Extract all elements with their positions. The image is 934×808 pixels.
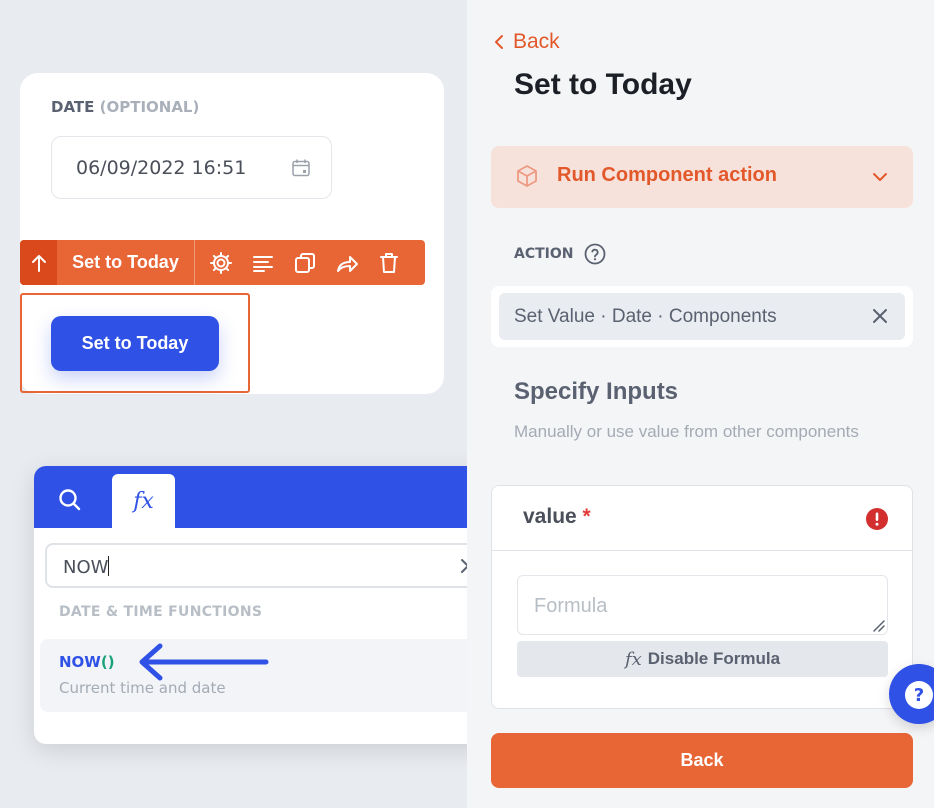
search-value: NOW (63, 557, 109, 578)
back-link[interactable]: Back (493, 30, 560, 54)
error-icon (866, 508, 888, 530)
tab-fx[interactable]: fx (112, 474, 175, 528)
run-component-action-dropdown[interactable]: Run Component action (491, 146, 913, 208)
arrow-up-icon[interactable] (20, 240, 57, 285)
function-name: NOW() (59, 653, 115, 671)
text-caret (108, 556, 110, 576)
page-title: Set to Today (514, 68, 692, 101)
calendar-icon[interactable] (291, 158, 311, 178)
action-label-text: ACTION (514, 246, 574, 262)
chevron-down-icon (873, 173, 887, 181)
action-chip: Set Value · Date · Components (499, 293, 905, 340)
specify-inputs-title: Specify Inputs (514, 378, 679, 405)
optional-label: (OPTIONAL) (99, 98, 200, 116)
component-toolbar: Set to Today (20, 240, 425, 285)
align-left-icon[interactable] (247, 247, 279, 279)
action-value: Set Value · Date · Components (514, 306, 777, 327)
cube-icon (517, 165, 537, 187)
required-mark: * (582, 505, 591, 528)
trash-icon[interactable] (373, 247, 405, 279)
disable-formula-button[interactable]: fx Disable Formula (517, 641, 888, 677)
formula-placeholder: Formula (534, 595, 608, 617)
resize-grip-icon[interactable] (871, 618, 885, 632)
search-icon[interactable] (56, 486, 84, 514)
popup-tab-bar: fx (34, 466, 503, 528)
pointer-arrow-icon (139, 643, 269, 681)
chevron-left-icon (495, 35, 503, 49)
function-name-text: NOW (59, 653, 101, 671)
value-input-header: value * (492, 486, 912, 551)
function-search-input[interactable]: NOW (45, 543, 492, 588)
formula-popup: fx NOW DATE & TIME FUNCTIONS NOW() Curre… (34, 466, 503, 744)
date-value: 06/09/2022 16:51 (76, 157, 247, 179)
function-parens: () (100, 653, 115, 671)
date-field-label: DATE (OPTIONAL) (51, 98, 199, 116)
value-input-label: value * (523, 505, 591, 529)
date-input[interactable]: 06/09/2022 16:51 (51, 136, 332, 199)
back-link-label: Back (513, 30, 560, 53)
question-icon: ? (905, 681, 933, 709)
disable-formula-label: Disable Formula (647, 649, 781, 668)
duplicate-icon[interactable] (289, 247, 321, 279)
action-label: ACTION (514, 243, 606, 265)
formula-textarea[interactable]: Formula (517, 575, 888, 635)
toolbar-component-name: Set to Today (57, 240, 195, 285)
specify-inputs-subtitle: Manually or use value from other compone… (514, 422, 859, 441)
close-icon[interactable] (872, 308, 888, 324)
value-name: value (523, 505, 577, 528)
set-to-today-button[interactable]: Set to Today (51, 316, 219, 371)
help-icon[interactable] (584, 243, 606, 265)
fx-icon: fx (624, 648, 642, 670)
run-action-label: Run Component action (557, 164, 777, 186)
action-select[interactable]: Set Value · Date · Components (491, 286, 913, 347)
share-icon[interactable] (331, 247, 363, 279)
section-title: DATE & TIME FUNCTIONS (59, 604, 263, 620)
gear-icon[interactable] (205, 247, 237, 279)
back-button[interactable]: Back (491, 733, 913, 788)
date-label-text: DATE (51, 98, 95, 116)
value-input-card: value * Formula fx Disable Formula (491, 485, 913, 709)
